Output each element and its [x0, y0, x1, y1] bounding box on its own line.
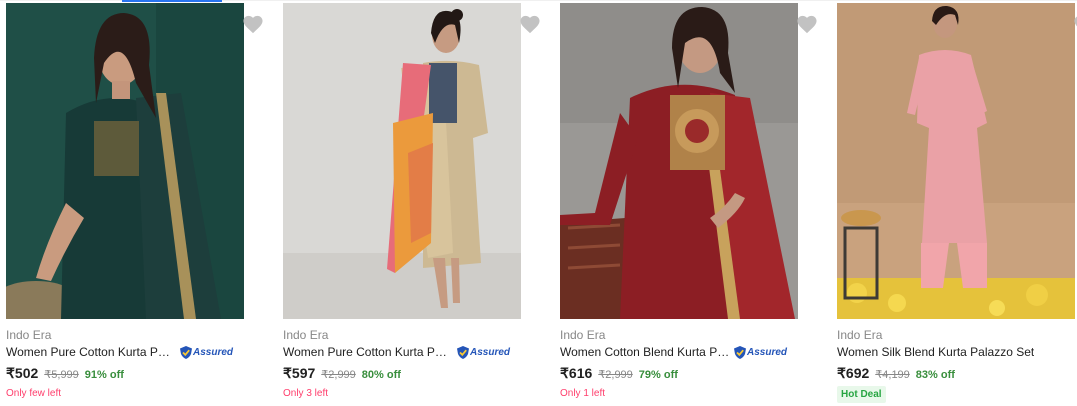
product-card[interactable]: Indo Era Women Pure Cotton Kurta Palaz..… — [283, 0, 545, 406]
product-image[interactable] — [283, 3, 521, 319]
product-brand: Indo Era — [6, 328, 52, 342]
assured-badge: Assured — [180, 345, 233, 359]
heart-icon[interactable] — [796, 14, 818, 34]
product-grid: Indo Era Women Pure Cotton Kurta Pant ..… — [0, 0, 1077, 406]
discount: 91% off — [84, 369, 124, 381]
discount: 83% off — [915, 369, 955, 381]
product-image[interactable] — [560, 3, 798, 319]
assured-shield-icon — [734, 345, 746, 359]
product-title[interactable]: Women Pure Cotton Kurta Pant ... — [6, 345, 176, 359]
assured-shield-icon — [457, 345, 469, 359]
discount: 80% off — [361, 369, 401, 381]
assured-label: Assured — [193, 346, 234, 358]
assured-badge: Assured — [457, 345, 510, 359]
price: ₹692 — [837, 365, 870, 381]
original-price: ₹2,999 — [598, 369, 633, 381]
product-title[interactable]: Women Cotton Blend Kurta Pala... — [560, 345, 730, 359]
original-price: ₹2,999 — [321, 369, 356, 381]
hot-deal-badge: Hot Deal — [837, 386, 886, 403]
product-brand: Indo Era — [560, 328, 606, 342]
heart-icon[interactable] — [1073, 14, 1077, 34]
assured-label: Assured — [747, 346, 788, 358]
product-card[interactable]: Indo Era Women Cotton Blend Kurta Pala..… — [560, 0, 822, 406]
product-card[interactable]: Indo Era Women Pure Cotton Kurta Pant ..… — [6, 0, 268, 406]
price: ₹616 — [560, 365, 593, 381]
heart-icon[interactable] — [519, 14, 541, 34]
product-image[interactable] — [6, 3, 244, 319]
heart-icon[interactable] — [242, 14, 264, 34]
stock-note: Only 3 left — [283, 388, 329, 399]
stock-note: Only few left — [6, 388, 62, 399]
stock-note: Only 1 left — [560, 388, 606, 399]
original-price: ₹5,999 — [44, 369, 79, 381]
original-price: ₹4,199 — [875, 369, 910, 381]
product-brand: Indo Era — [283, 328, 329, 342]
product-card[interactable]: Indo Era Women Silk Blend Kurta Palazzo … — [837, 0, 1077, 406]
product-title[interactable]: Women Pure Cotton Kurta Palaz... — [283, 345, 453, 359]
price: ₹597 — [283, 365, 316, 381]
product-image[interactable] — [837, 3, 1075, 319]
discount: 79% off — [638, 369, 678, 381]
assured-badge: Assured — [734, 345, 787, 359]
product-title[interactable]: Women Silk Blend Kurta Palazzo Set — [837, 345, 1034, 359]
price: ₹502 — [6, 365, 39, 381]
product-brand: Indo Era — [837, 328, 883, 342]
assured-shield-icon — [180, 345, 192, 359]
assured-label: Assured — [470, 346, 511, 358]
